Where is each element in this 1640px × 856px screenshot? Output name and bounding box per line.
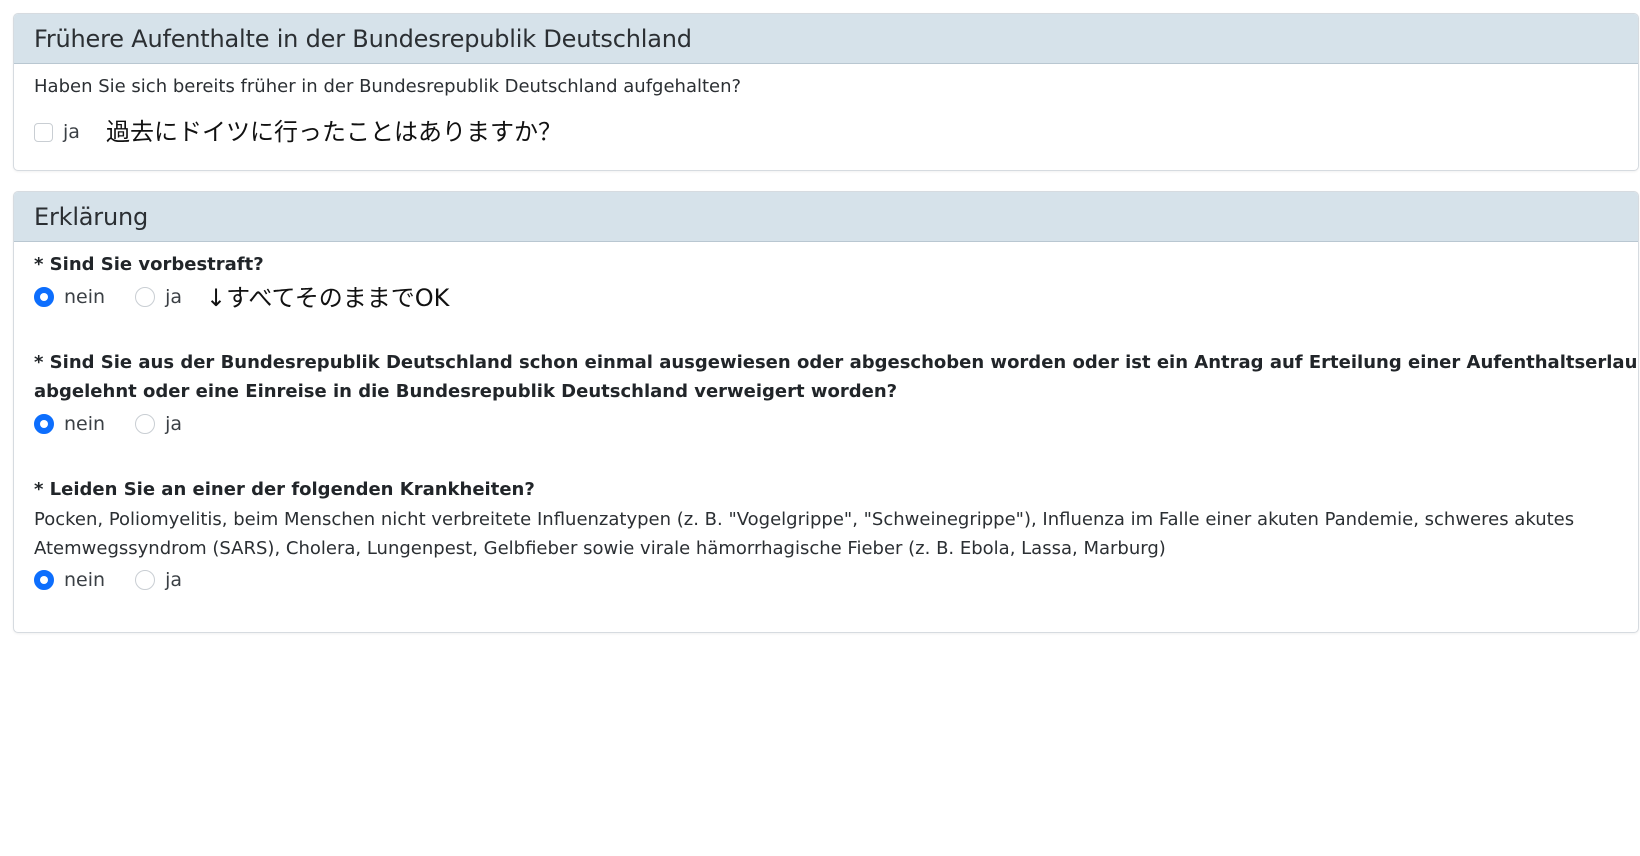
q1-label-nein[interactable]: nein <box>64 286 105 308</box>
q3-radio-ja[interactable] <box>135 570 156 590</box>
q3-label: * Leiden Sie an einer der folgenden Kran… <box>34 479 535 500</box>
q2-radio-nein[interactable] <box>34 414 54 434</box>
q3-options: nein ja <box>34 567 182 593</box>
prior-stays-option[interactable]: ja <box>34 119 80 145</box>
q1-radio-ja[interactable] <box>135 287 156 307</box>
q1-label: * Sind Sie vorbestraft? <box>34 254 264 275</box>
q2-radio-ja[interactable] <box>135 414 156 434</box>
prior-stays-option-label[interactable]: ja <box>63 121 80 143</box>
declaration-card: Erklärung * Sind Sie vorbestraft? nein j… <box>13 191 1639 633</box>
q1-label-ja[interactable]: ja <box>165 286 182 308</box>
q3-radio-nein[interactable] <box>34 570 54 590</box>
q2-label-line1: * Sind Sie aus der Bundesrepublik Deutsc… <box>34 352 1639 373</box>
q2-label-line2: abgelehnt oder eine Einreise in die Bund… <box>34 381 898 402</box>
q3-desc-line1: Pocken, Poliomyelitis, beim Menschen nic… <box>34 509 1575 530</box>
prior-stays-header: Frühere Aufenthalte in der Bundesrepubli… <box>14 14 1638 64</box>
q3-label-ja[interactable]: ja <box>165 569 182 591</box>
q3-label-nein[interactable]: nein <box>64 569 105 591</box>
q1-options: nein ja <box>34 284 182 310</box>
q2-options: nein ja <box>34 411 182 437</box>
q1-radio-nein[interactable] <box>34 287 54 307</box>
q3-desc-line2: Atemwegssyndrom (SARS), Cholera, Lungenp… <box>34 538 1166 559</box>
prior-stays-card: Frühere Aufenthalte in der Bundesrepubli… <box>13 13 1639 171</box>
q2-label-ja[interactable]: ja <box>165 413 182 435</box>
declaration-annotation: ↓すべてそのままでOK <box>206 284 450 312</box>
declaration-header: Erklärung <box>14 192 1638 242</box>
prior-stays-checkbox[interactable] <box>34 122 53 142</box>
prior-stays-question: Haben Sie sich bereits früher in der Bun… <box>34 76 742 97</box>
q2-label-nein[interactable]: nein <box>64 413 105 435</box>
prior-stays-annotation: 過去にドイツに行ったことはありますか？ <box>106 118 562 146</box>
